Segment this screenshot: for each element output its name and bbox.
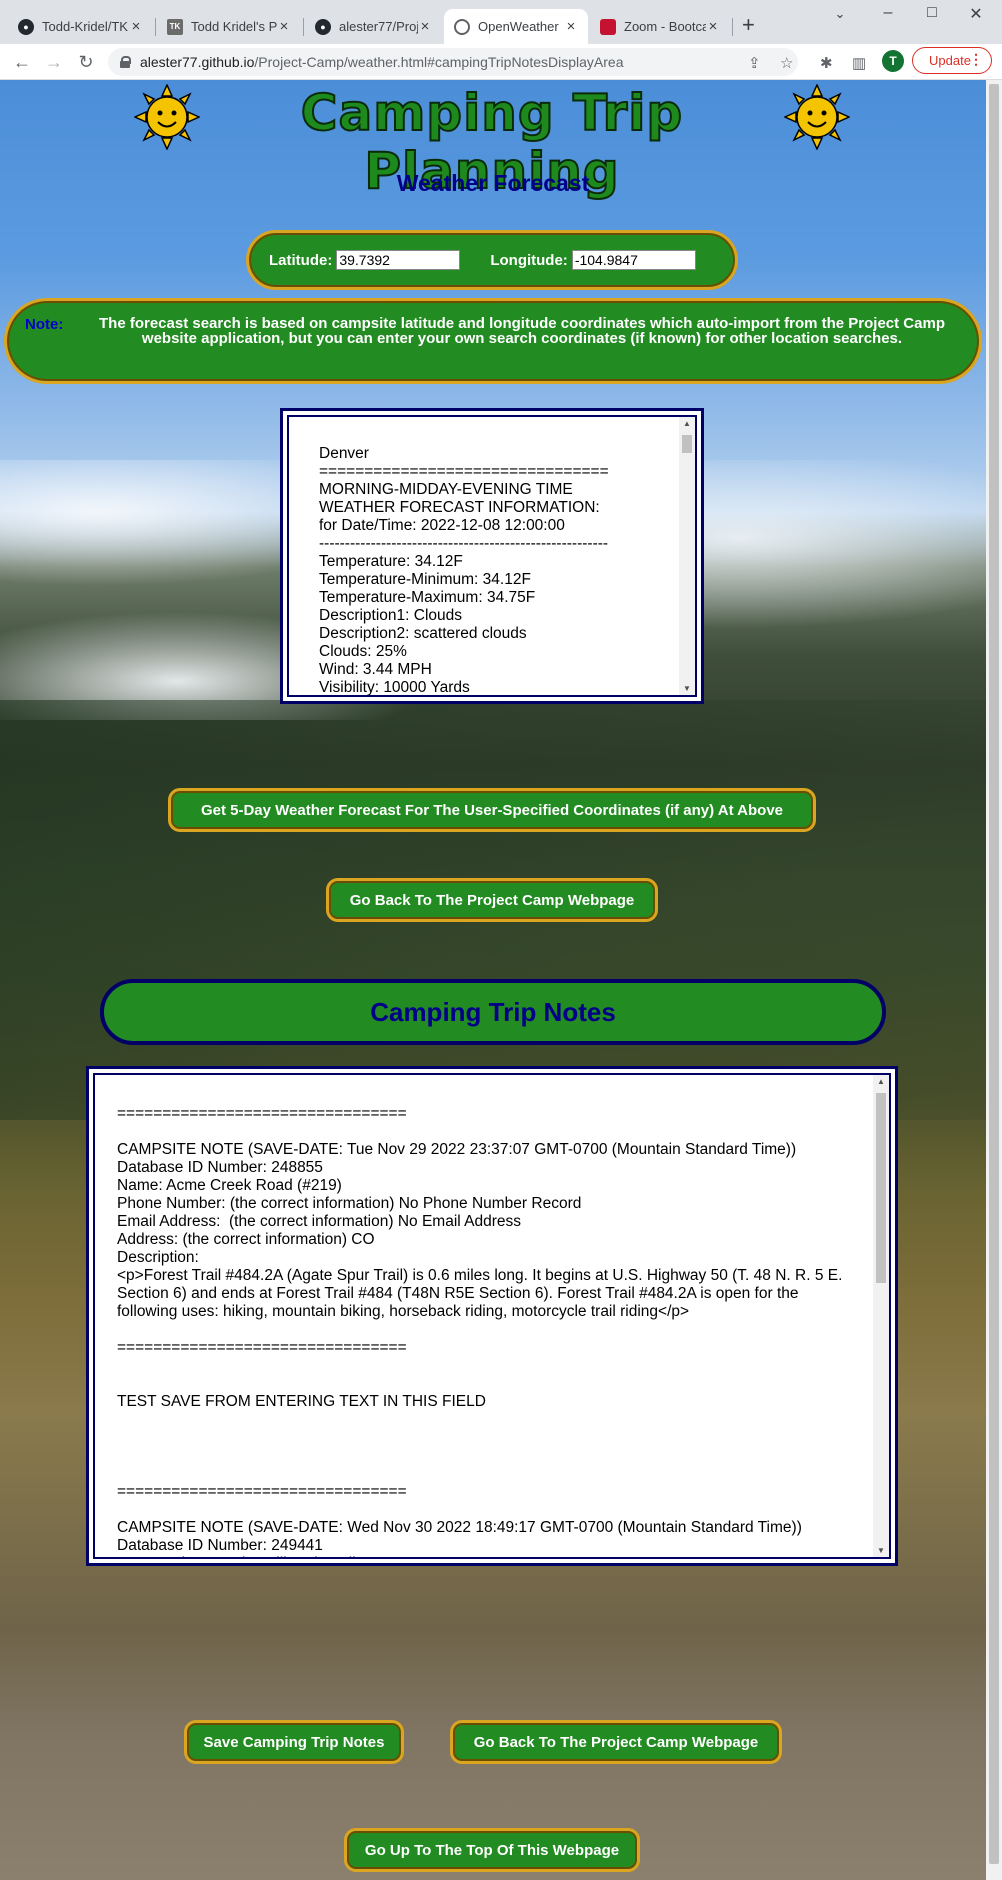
latitude-input[interactable]	[336, 250, 461, 270]
tab-title: OpenWeather	[478, 19, 559, 34]
back-arrow-icon[interactable]: ←	[10, 50, 34, 74]
weather-forecast-text: Denver ================================ …	[319, 445, 609, 696]
reload-icon[interactable]: ↻	[74, 50, 98, 74]
scroll-thumb[interactable]	[876, 1093, 886, 1283]
latitude-label: Latitude:	[269, 251, 333, 269]
tab-title: Todd Kridel's Po	[191, 19, 277, 34]
menu-kebab-icon[interactable]: ⋮	[969, 51, 983, 68]
scroll-thumb[interactable]	[682, 435, 692, 453]
tab-title: Todd-Kridel/TK	[42, 19, 128, 34]
github-icon: ●	[18, 18, 34, 35]
browser-toolbar: ← → ↻ alester77.github.io/Project-Camp/w…	[0, 44, 1002, 80]
notes-textarea[interactable]: ================================ CAMPSIT…	[93, 1073, 891, 1559]
weather-forecast-heading: Weather Forecast	[396, 170, 590, 196]
weather-textarea[interactable]: Denver ================================ …	[287, 415, 697, 697]
close-icon[interactable]: ×	[277, 18, 291, 35]
notes-text: ================================ CAMPSIT…	[117, 1105, 843, 1557]
url-host: alester77.github.io	[140, 54, 255, 70]
notes-display-box: ================================ CAMPSIT…	[86, 1066, 898, 1566]
browser-tab[interactable]: ● alester77/Proje ×	[305, 9, 442, 44]
scroll-up-icon[interactable]: ▲	[679, 419, 695, 428]
get-forecast-button[interactable]: Get 5-Day Weather Forecast For The User-…	[168, 788, 816, 832]
window-close-icon[interactable]: ✕	[964, 4, 988, 24]
close-icon[interactable]: ×	[418, 18, 432, 35]
tab-separator	[155, 18, 156, 36]
tab-title: alester77/Proje	[339, 19, 418, 34]
notes-scrollbar[interactable]: ▲ ▼	[873, 1075, 889, 1557]
minimize-icon[interactable]: –	[876, 4, 900, 22]
note-panel: Note: The forecast search is based on ca…	[4, 298, 982, 384]
camping-trip-notes-heading: Camping Trip Notes	[100, 979, 886, 1045]
share-icon[interactable]: ⇪	[748, 54, 761, 72]
browser-tab-bar: ● Todd-Kridel/TK × TK Todd Kridel's Po ×…	[0, 0, 1002, 44]
note-label: Note:	[25, 316, 64, 333]
tab-title: Zoom - Bootca	[624, 19, 706, 34]
browser-tab-active[interactable]: OpenWeather ×	[444, 9, 588, 44]
update-label: Update	[929, 53, 971, 68]
update-button[interactable]: Update ⋮	[912, 47, 992, 74]
new-tab-icon[interactable]: +	[742, 12, 755, 38]
tab-search-icon[interactable]: ⌄	[828, 6, 852, 22]
page-header: Camping Trip Planning	[130, 80, 854, 201]
forward-arrow-icon[interactable]: →	[42, 50, 66, 74]
page-viewport: Camping Trip Planning Weather Forecast L…	[0, 80, 986, 1880]
browser-tab[interactable]: Zoom - Bootca ×	[590, 9, 730, 44]
tab-separator	[303, 18, 304, 36]
browser-tab[interactable]: ● Todd-Kridel/TK ×	[8, 9, 153, 44]
close-icon[interactable]: ×	[129, 18, 143, 35]
back-to-project-camp-button[interactable]: Go Back To The Project Camp Webpage	[450, 1720, 782, 1764]
github-icon: ●	[315, 18, 331, 35]
address-bar[interactable]: alester77.github.io/Project-Camp/weather…	[108, 48, 798, 76]
note-text: The forecast search is based on campsite…	[99, 315, 945, 347]
scroll-up-icon[interactable]: ▲	[873, 1077, 889, 1086]
weather-scrollbar[interactable]: ▲ ▼	[679, 417, 695, 695]
back-to-top-button[interactable]: Go Up To The Top Of This Webpage	[344, 1828, 640, 1872]
maximize-icon[interactable]: □	[920, 4, 944, 22]
scroll-down-icon[interactable]: ▼	[873, 1546, 889, 1555]
scroll-down-icon[interactable]: ▼	[679, 684, 695, 693]
close-icon[interactable]: ×	[564, 18, 578, 35]
sun-icon	[134, 84, 200, 150]
url-path: /Project-Camp/weather.html#campingTripNo…	[254, 54, 624, 70]
profile-avatar[interactable]: T	[882, 50, 904, 72]
lock-icon	[120, 56, 131, 68]
longitude-label: Longitude:	[490, 251, 568, 269]
tk-icon: TK	[167, 18, 183, 35]
extensions-icon[interactable]: ✱	[820, 54, 833, 72]
back-to-project-camp-button[interactable]: Go Back To The Project Camp Webpage	[326, 878, 658, 922]
coordinates-panel: Latitude: Longitude:	[246, 230, 738, 290]
globe-icon	[454, 18, 470, 35]
bookmark-star-icon[interactable]: ☆	[780, 54, 793, 72]
save-notes-button[interactable]: Save Camping Trip Notes	[184, 1720, 404, 1764]
page-scrollbar[interactable]	[986, 80, 1002, 1880]
sun-icon	[784, 84, 850, 150]
tab-separator	[732, 18, 733, 36]
shield-icon	[600, 18, 616, 35]
side-panel-icon[interactable]: ▥	[852, 54, 866, 72]
weather-display-box: Denver ================================ …	[280, 408, 704, 704]
close-icon[interactable]: ×	[706, 18, 720, 35]
longitude-input[interactable]	[571, 250, 696, 270]
browser-tab[interactable]: TK Todd Kridel's Po ×	[157, 9, 301, 44]
page-scroll-thumb[interactable]	[989, 84, 999, 1864]
